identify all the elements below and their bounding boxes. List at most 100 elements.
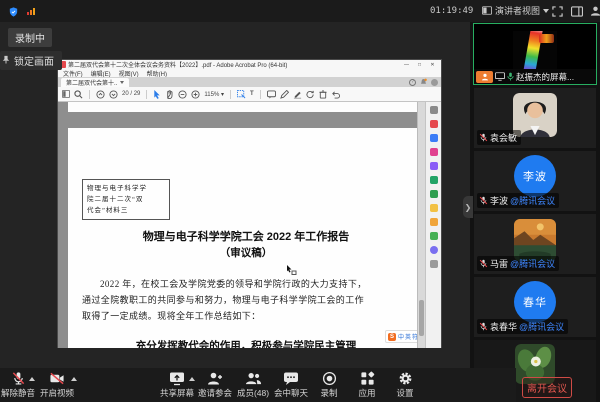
participant-tile[interactable]: 春华 袁春华@腾讯会议 xyxy=(474,277,596,337)
rail-edit-pdf-icon[interactable] xyxy=(430,134,438,142)
pdf-scrollbar-thumb[interactable] xyxy=(419,300,424,336)
record-icon xyxy=(322,371,337,386)
apps-grid-icon xyxy=(360,371,375,386)
participant-name: 李波 xyxy=(490,194,508,207)
document-section-heading: 充分发挥教代会的作用，积极参与学院民主管理 xyxy=(68,338,424,348)
participant-name: 袁春华 xyxy=(490,320,517,333)
rotate-page-icon[interactable] xyxy=(306,89,315,99)
comment-icon[interactable] xyxy=(267,89,276,99)
fullscreen-icon[interactable] xyxy=(552,4,563,22)
chevron-down-icon xyxy=(543,9,549,13)
invite-button[interactable]: 邀请参会 xyxy=(196,368,234,399)
rail-compress-icon[interactable] xyxy=(430,204,438,212)
video-options-caret[interactable] xyxy=(71,377,77,381)
acrobat-menubar: 文件(F) 编辑(E) 视图(V) 帮助(H) xyxy=(58,69,441,77)
pdf-scrollbar[interactable] xyxy=(417,102,425,348)
shared-screen-thumbnail xyxy=(513,31,557,69)
share-screen-button[interactable]: 共享屏幕 xyxy=(158,368,196,399)
previous-page-icon[interactable] xyxy=(96,89,105,99)
gear-icon xyxy=(398,371,413,386)
participant-tile[interactable]: 马雷@腾讯会议 xyxy=(474,214,596,274)
start-video-button[interactable]: 开启视频 xyxy=(36,368,78,399)
maximize-button[interactable]: □ xyxy=(413,62,426,68)
document-paragraph: 2022 年，在校工会及学院党委的领导和学院行政的大力支持下， 通过全院教职工的… xyxy=(82,276,410,324)
unmute-button[interactable]: 解除静音 xyxy=(0,368,36,399)
participant-name: 赵振杰的屏幕... xyxy=(516,71,574,83)
screen-share-mini-icon xyxy=(495,72,505,81)
participant-tile-screen-share[interactable]: 赵振杰的屏幕... xyxy=(474,24,596,84)
rail-fill-sign-icon[interactable] xyxy=(430,232,438,240)
camera-off-icon xyxy=(49,371,65,386)
meeting-footer-toolbar: 解除静音 开启视频 共享屏幕 邀请参会 成员(48) 会中聊天 录制 xyxy=(0,368,516,402)
search-icon[interactable] xyxy=(74,89,83,99)
page-number-field[interactable]: 20 / 29 xyxy=(122,91,140,97)
layout-icon xyxy=(482,6,492,15)
settings-button[interactable]: 设置 xyxy=(386,368,424,399)
leave-meeting-button[interactable]: 离开会议 xyxy=(522,377,572,398)
text-select-icon[interactable]: T xyxy=(250,89,254,99)
acrobat-window: 第二届双代会第十二次全体会议会务资料【2022】.pdf - Adobe Acr… xyxy=(58,60,441,347)
apps-button[interactable]: 应用 xyxy=(348,368,386,399)
document-tab[interactable]: 第二届双代会第十.. xyxy=(61,78,129,87)
rail-send-review-icon[interactable] xyxy=(430,246,438,254)
participants-icon[interactable] xyxy=(590,4,600,22)
help-question-icon[interactable]: ? xyxy=(409,79,416,86)
mic-muted-icon xyxy=(11,371,26,386)
highlighter-icon[interactable] xyxy=(293,89,302,99)
minimize-button[interactable]: — xyxy=(400,62,413,68)
rail-export-pdf-icon[interactable] xyxy=(430,148,438,156)
recording-status-badge: 录制中 xyxy=(8,28,52,47)
rail-organize-pages-icon[interactable] xyxy=(430,190,438,198)
participant-tile[interactable]: 李波 李波@腾讯会议 xyxy=(474,151,596,211)
rail-combine-files-icon[interactable] xyxy=(430,176,438,184)
rail-search-icon[interactable] xyxy=(430,106,438,114)
notification-bell-icon[interactable] xyxy=(420,78,427,86)
participant-tile[interactable]: 袁会敏 xyxy=(474,88,596,148)
pin-icon xyxy=(2,55,10,64)
document-title: 物理与电子科学学院工会 2022 年工作报告 xyxy=(68,228,424,244)
presenter-badge-icon[interactable] xyxy=(476,71,493,83)
participant-name: 马雷 xyxy=(490,257,508,270)
lock-view-button[interactable]: 锁定画面 xyxy=(0,51,62,70)
acrobat-tools-rail xyxy=(425,102,441,348)
marquee-zoom-icon[interactable] xyxy=(237,89,246,99)
document-tab-label: 第二届双代会第十.. xyxy=(66,78,117,87)
next-page-icon[interactable] xyxy=(109,89,118,99)
undo-icon[interactable] xyxy=(331,89,340,99)
zoom-in-icon[interactable] xyxy=(191,89,200,99)
delete-page-icon[interactable] xyxy=(319,89,327,99)
tab-chevron-icon xyxy=(120,81,124,84)
rail-protect-icon[interactable] xyxy=(430,218,438,226)
zoom-out-icon[interactable] xyxy=(178,89,187,99)
share-options-caret[interactable] xyxy=(189,377,195,381)
mic-muted-icon xyxy=(479,133,488,142)
previous-page-bottom xyxy=(68,102,424,112)
network-signal-icon[interactable] xyxy=(27,8,35,15)
mic-options-caret[interactable] xyxy=(29,377,35,381)
rail-stamp-icon[interactable] xyxy=(430,260,438,268)
hand-tool-icon[interactable] xyxy=(165,89,174,99)
chat-button[interactable]: 会中聊天 xyxy=(272,368,310,399)
mic-active-icon xyxy=(507,72,514,81)
select-tool-icon[interactable] xyxy=(153,89,161,99)
view-mode-selector[interactable]: 演讲者视图 xyxy=(482,4,549,17)
record-button[interactable]: 录制 xyxy=(310,368,348,399)
account-avatar-icon[interactable] xyxy=(431,79,438,86)
chat-bubble-icon xyxy=(283,371,299,386)
side-by-side-layout-icon[interactable] xyxy=(571,4,583,22)
security-shield-icon[interactable] xyxy=(8,5,19,23)
rail-create-pdf-icon[interactable] xyxy=(430,120,438,128)
document-subtitle: （审议稿） xyxy=(68,245,424,260)
pencil-annotate-icon[interactable] xyxy=(280,89,289,99)
meeting-topbar: 01:19:49 演讲者视图 xyxy=(0,0,600,22)
zoom-level-field[interactable]: 115% ▾ xyxy=(204,91,224,98)
close-button[interactable]: ✕ xyxy=(426,62,439,68)
pdf-page: 物理与电子科学学 院二届十二次“双 代会”材料三 物理与电子科学学院工会 202… xyxy=(68,128,424,348)
sidebar-collapse-handle[interactable]: ❯ xyxy=(463,196,473,218)
members-button[interactable]: 成员(48) xyxy=(234,368,272,399)
page-panel-icon[interactable] xyxy=(62,89,70,99)
document-stamp-box: 物理与电子科学学 院二届十二次“双 代会”材料三 xyxy=(82,179,170,220)
participant-name-suffix: @腾讯会议 xyxy=(510,257,555,270)
rail-comment-icon[interactable] xyxy=(430,162,438,170)
members-icon xyxy=(245,371,262,386)
